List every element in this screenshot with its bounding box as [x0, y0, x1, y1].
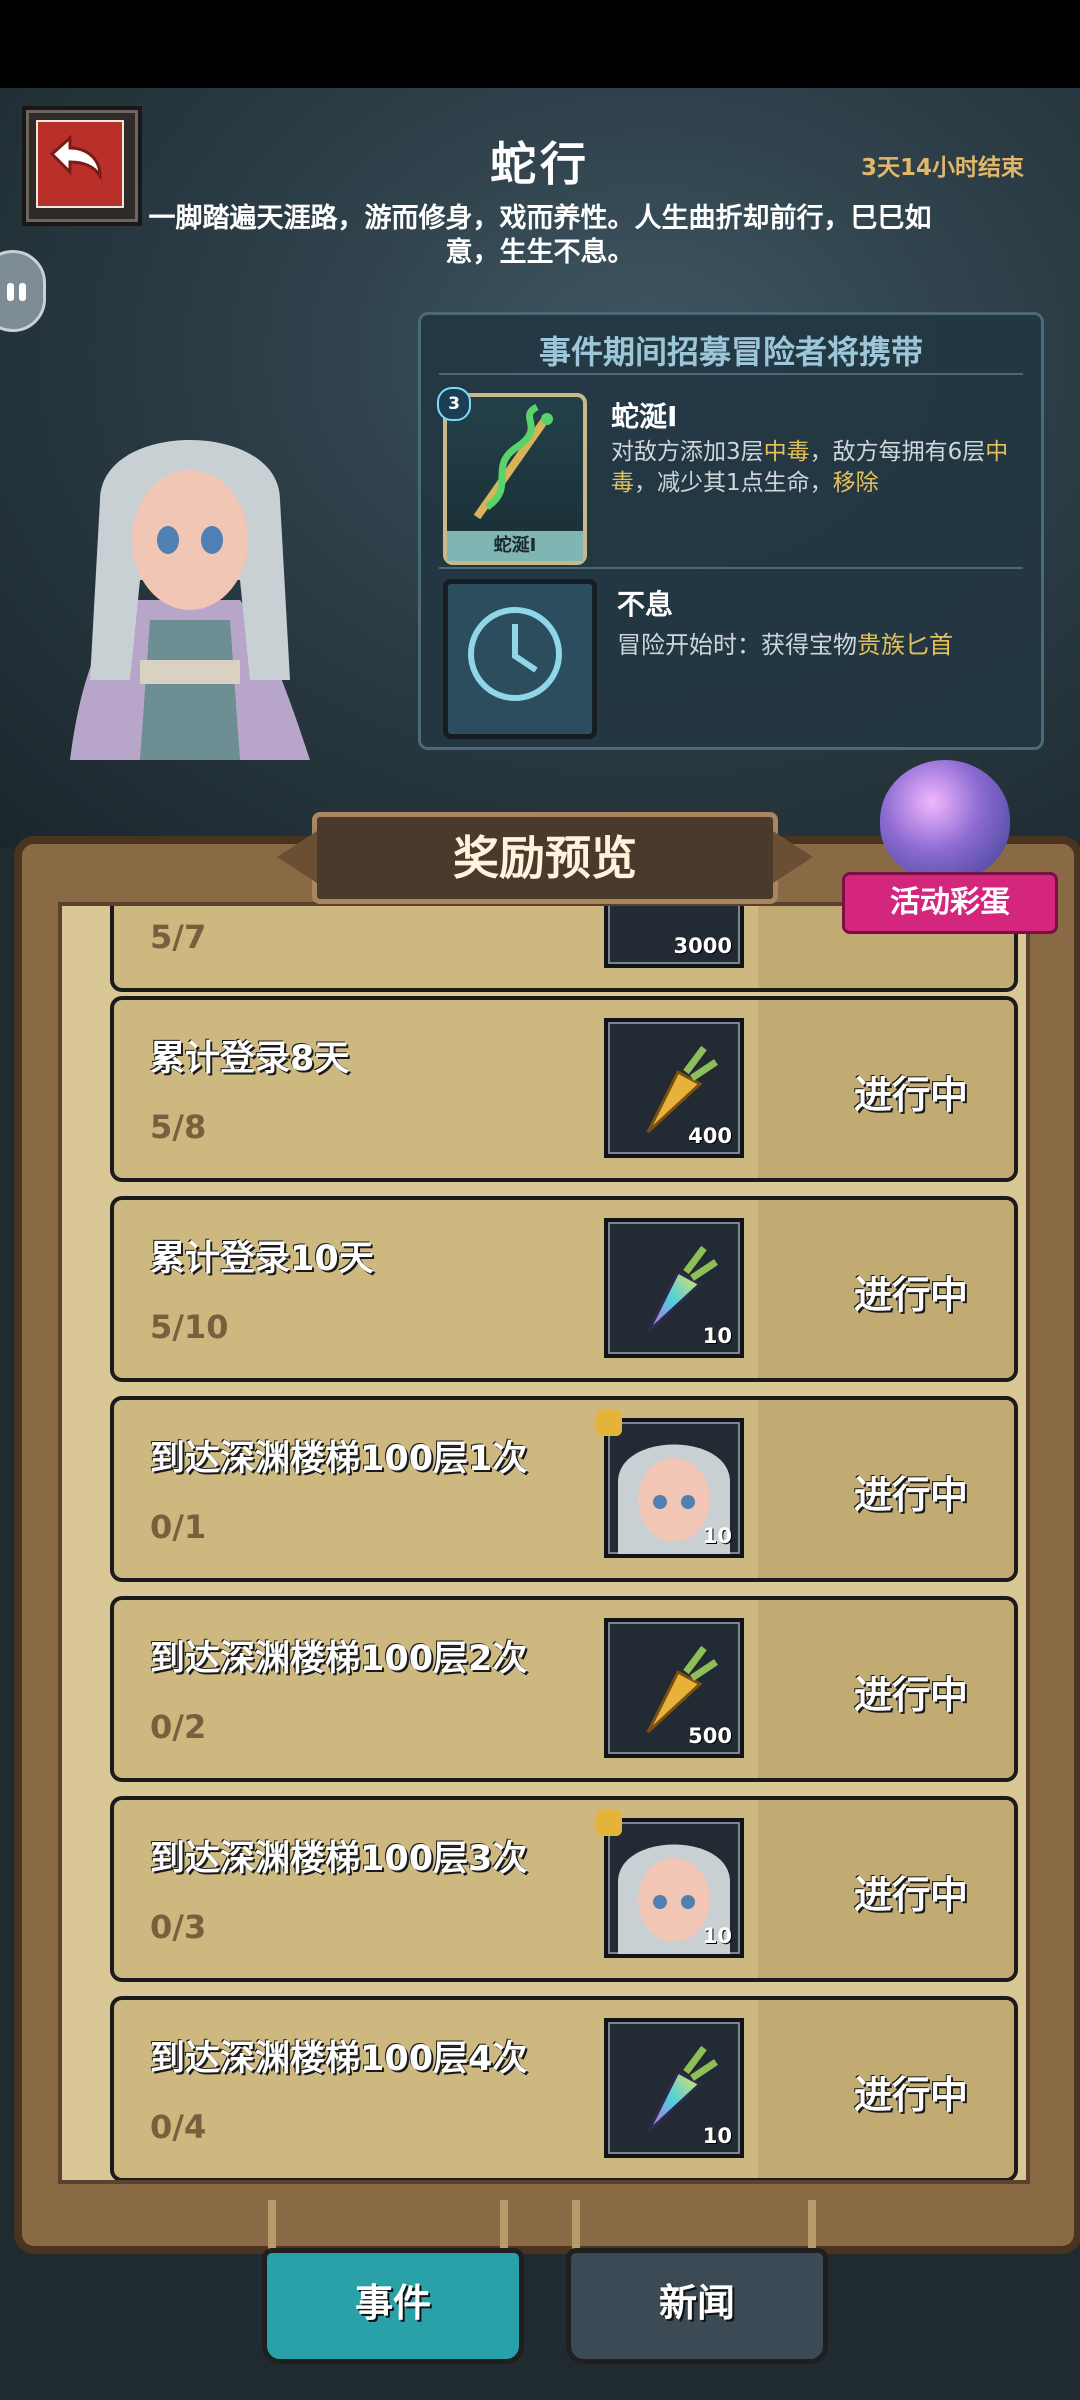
reward-row: 累计登录10天 5/10 10 进行中 — [110, 1196, 1018, 1382]
row-status: 进行中 — [853, 1073, 968, 1117]
puzzle-piece-icon — [596, 1810, 622, 1836]
snake-staff-icon — [473, 403, 553, 520]
status-bar — [0, 0, 1080, 88]
event-timer: 3天14小时结束 — [860, 155, 1024, 181]
rewards-preview-header: 奖励预览 — [277, 812, 813, 904]
row-status: 进行中 — [853, 1473, 968, 1517]
tab-news[interactable]: 新闻 — [566, 2248, 828, 2364]
rainbow-carrot-icon[interactable]: 10 — [604, 1218, 744, 1358]
golden-carrot-icon[interactable]: 500 — [604, 1618, 744, 1758]
carrot-icon[interactable]: 3000 — [604, 906, 744, 968]
reward-quantity: 10 — [702, 1524, 732, 1548]
row-progress: 0/2 — [150, 1708, 207, 1746]
divider — [439, 567, 1023, 569]
row-status: 进行中 — [853, 1273, 968, 1317]
reward-row: 到达深渊楼梯100层2次 0/2 500 进行中 — [110, 1596, 1018, 1782]
row-title: 到达深渊楼梯100层3次 — [150, 1839, 528, 1879]
rainbow-carrot-icon[interactable]: 10 — [604, 2018, 744, 2158]
skill-level-badge: 3 — [437, 387, 471, 421]
hero-portrait-icon[interactable]: 10 — [596, 1810, 744, 1958]
row-title: 累计登录8天 — [150, 1039, 350, 1079]
puzzle-piece-icon — [596, 1410, 622, 1436]
reward-quantity: 10 — [702, 1924, 732, 1948]
clock-icon — [468, 607, 562, 701]
event-buff-panel: 事件期间招募冒险者将携带 3 蛇涎I 蛇涎I 对敌方添加3层中毒，敌方每拥有6层… — [418, 312, 1044, 750]
hero-portrait-icon[interactable]: 10 — [596, 1410, 744, 1558]
reward-quantity: 3000 — [673, 934, 732, 958]
row-progress: 0/3 — [150, 1908, 207, 1946]
reward-row: 到达深渊楼梯100层3次 0/3 10 进行中 — [110, 1796, 1018, 1982]
relic-description: 冒险开始时：获得宝物贵族匕首 — [617, 631, 953, 659]
hero-character-illustration — [40, 380, 340, 780]
reward-quantity: 10 — [702, 1324, 732, 1348]
event-description: 一脚踏遍天涯路，游而修身，戏而养性。人生曲折却前行，巳巳如意，生生不息。 — [148, 203, 932, 268]
row-title: 到达深渊楼梯100层4次 — [150, 2039, 528, 2079]
row-progress: 0/4 — [150, 2108, 207, 2146]
event-egg-icon[interactable] — [880, 760, 1010, 880]
skill-icon-caption: 蛇涎I — [447, 531, 583, 561]
row-progress: 5/7 — [150, 918, 207, 956]
row-status: 进行中 — [853, 2073, 968, 2117]
row-title: 累计登录10天 — [150, 1239, 374, 1279]
relic-card[interactable] — [443, 579, 597, 739]
tab-event[interactable]: 事件 — [262, 2248, 524, 2364]
reward-list[interactable]: 5/7 3000 累计登录8天 5/8 400 进行中 累计登录10天 5/10… — [58, 902, 1030, 2184]
row-title: 到达深渊楼梯100层2次 — [150, 1639, 528, 1679]
reward-row: 到达深渊楼梯100层1次 0/1 10 进行中 — [110, 1396, 1018, 1582]
skill-card[interactable]: 3 蛇涎I — [437, 387, 587, 565]
skill-description: 对敌方添加3层中毒，敌方每拥有6层中毒，减少其1点生命，移除 — [611, 439, 1009, 496]
row-title: 到达深渊楼梯100层1次 — [150, 1439, 528, 1479]
reward-quantity: 10 — [702, 2124, 732, 2148]
reward-quantity: 500 — [688, 1724, 732, 1748]
divider — [439, 373, 1023, 375]
row-status: 进行中 — [853, 1873, 968, 1917]
reward-row: 累计登录8天 5/8 400 进行中 — [110, 996, 1018, 1182]
event-egg-button[interactable]: 活动彩蛋 — [842, 872, 1058, 934]
reward-board: 5/7 3000 累计登录8天 5/8 400 进行中 累计登录10天 5/10… — [14, 836, 1080, 2254]
reward-quantity: 400 — [688, 1124, 732, 1148]
row-progress: 5/10 — [150, 1308, 229, 1346]
row-status: 进行中 — [853, 1673, 968, 1717]
buff-panel-heading: 事件期间招募冒险者将携带 — [538, 333, 923, 371]
row-progress: 5/8 — [150, 1108, 207, 1146]
golden-carrot-icon[interactable]: 400 — [604, 1018, 744, 1158]
relic-name: 不息 — [617, 588, 674, 621]
row-progress: 0/1 — [150, 1508, 207, 1546]
reward-row: 到达深渊楼梯100层4次 0/4 10 进行中 — [110, 1996, 1018, 2180]
skill-name: 蛇涎I — [611, 400, 678, 433]
